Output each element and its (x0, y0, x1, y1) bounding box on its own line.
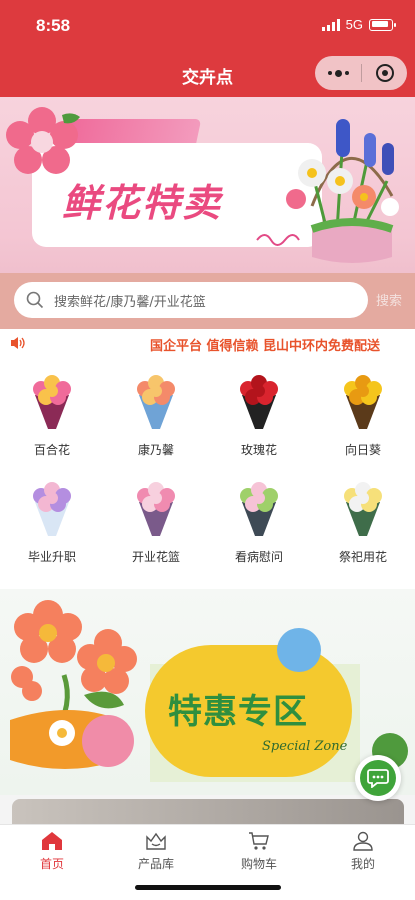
app-screen: 8:58 5G 交卉点 鲜花特卖 搜索鲜花/康乃馨/开业花篮 搜索 国企平台 值… (0, 0, 415, 900)
tab-products[interactable]: 产品库 (104, 831, 208, 872)
hero-banner[interactable]: 鲜花特卖 搜索鲜花/康乃馨/开业花篮 搜索 (0, 97, 415, 329)
home-indicator (135, 885, 281, 890)
user-icon (353, 831, 373, 851)
status-time: 8:58 (36, 16, 71, 35)
category-item[interactable]: 祭祀用花 (311, 476, 415, 576)
status-indicators: 5G (321, 17, 396, 32)
promo-subtitle: Special Zone (262, 739, 348, 754)
tab-profile[interactable]: 我的 (311, 831, 415, 872)
category-label: 百合花 (33, 443, 70, 457)
product-card-preview[interactable] (12, 799, 404, 824)
category-label: 向日葵 (344, 443, 381, 457)
cart-icon (249, 832, 269, 850)
miniprogram-capsule (315, 56, 407, 90)
memorial-bouquet-icon (334, 476, 392, 538)
category-label: 开业花篮 (131, 550, 180, 564)
category-item[interactable]: 玫瑰花 (207, 369, 311, 469)
network-type: 5G (345, 17, 363, 32)
notice-bar: 国企平台 值得信赖 昆山中环内免费配送 (0, 329, 415, 357)
get-well-bouquet-icon (230, 476, 288, 538)
tab-home[interactable]: 首页 (0, 831, 104, 872)
flower-basket-icon (286, 119, 399, 263)
battery-icon (369, 18, 396, 31)
blue-pompom-icon (277, 628, 321, 672)
lily-bouquet-icon (23, 369, 81, 431)
target-icon (375, 64, 394, 82)
category-item[interactable]: 开业花篮 (104, 476, 208, 576)
tab-label: 我的 (350, 857, 375, 871)
signal-icon (321, 18, 340, 31)
sunflower-bouquet-icon (334, 369, 392, 431)
search-bar[interactable]: 搜索鲜花/康乃馨/开业花篮 (14, 282, 368, 318)
category-item[interactable]: 康乃馨 (104, 369, 208, 469)
top-bar: 8:58 5G 交卉点 (0, 0, 415, 97)
promo-title: 特惠专区 (168, 692, 308, 732)
banner-title: 鲜花特卖 (62, 181, 223, 225)
category-grid: 百合花 康乃馨 玫瑰花 向日葵 毕业升职 开业花篮 看病慰问 祭祀用花 (0, 357, 415, 589)
search-icon (26, 291, 44, 309)
tab-label: 首页 (39, 857, 64, 871)
tab-cart[interactable]: 购物车 (207, 831, 311, 872)
speaker-icon (11, 337, 25, 349)
category-item[interactable]: 百合花 (0, 369, 104, 469)
home-icon (42, 832, 62, 850)
tab-label: 产品库 (137, 857, 174, 871)
tab-label: 购物车 (240, 857, 277, 871)
category-item[interactable]: 向日葵 (311, 369, 415, 469)
category-item[interactable]: 看病慰问 (207, 476, 311, 576)
crown-bag-icon (146, 832, 166, 850)
category-label: 毕业升职 (27, 550, 76, 564)
category-label: 祭祀用花 (338, 550, 387, 564)
graduation-bouquet-icon (23, 476, 81, 538)
category-label: 玫瑰花 (240, 443, 277, 457)
carnation-bouquet-icon (127, 369, 185, 431)
search-placeholder: 搜索鲜花/康乃馨/开业花篮 (54, 294, 206, 310)
category-item[interactable]: 毕业升职 (0, 476, 104, 576)
search-button[interactable]: 搜索 (376, 290, 402, 309)
pink-flower-icon (6, 107, 80, 174)
chat-icon (360, 760, 396, 796)
customer-service-button[interactable] (355, 755, 401, 801)
opening-basket-icon (127, 476, 185, 538)
rose-bouquet-icon (230, 369, 288, 431)
category-label: 看病慰问 (234, 550, 283, 564)
chat-bubble-icon (367, 769, 389, 788)
pink-pompom-icon (82, 715, 134, 767)
close-miniprogram-button[interactable] (362, 64, 407, 82)
category-label: 康乃馨 (137, 443, 174, 457)
notice-text: 国企平台 值得信赖 昆山中环内免费配送 (150, 339, 381, 354)
promo-banner[interactable]: 特惠专区 Special Zone (0, 589, 415, 824)
more-menu-button[interactable] (315, 69, 361, 77)
